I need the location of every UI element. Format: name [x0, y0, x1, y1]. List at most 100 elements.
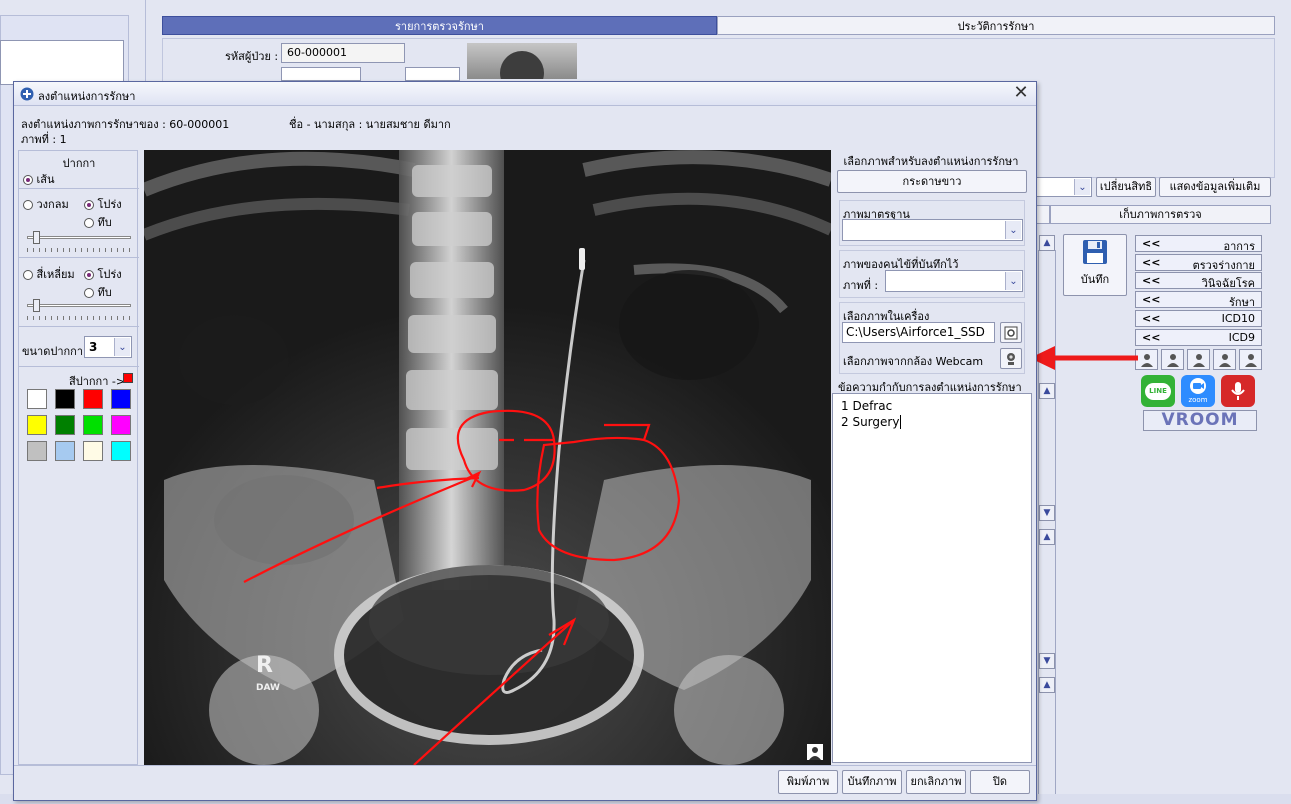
line-divider — [19, 188, 139, 189]
user-button[interactable] — [1161, 349, 1184, 370]
user-button[interactable] — [1213, 349, 1236, 370]
close-dialog-button[interactable]: ปิด — [970, 770, 1030, 794]
cancel-image-button[interactable]: ยกเลิกภาพ — [906, 770, 966, 794]
scroll-up-button[interactable]: ▲ — [1039, 235, 1055, 251]
image-number: ภาพที่ : 1 — [21, 133, 67, 146]
panel-item-icd10[interactable]: << ICD10 — [1135, 310, 1262, 327]
zoom-app-button[interactable]: zoom — [1181, 375, 1215, 407]
color-swatch-magenta[interactable] — [111, 415, 131, 435]
image-no-select[interactable]: ⌄ — [885, 270, 1023, 292]
local-image-path[interactable]: C:\Users\Airforce1_SSD — [842, 322, 995, 343]
background-combo-2[interactable] — [405, 67, 460, 81]
microphone-icon — [1231, 382, 1245, 400]
color-swatch-yellow[interactable] — [27, 415, 47, 435]
pen-size-select[interactable]: 3 ⌄ — [84, 336, 132, 358]
color-swatch-cyan[interactable] — [111, 441, 131, 461]
color-swatch-red[interactable] — [83, 389, 103, 409]
tab-keep-images[interactable]: เก็บภาพการตรวจ — [1050, 205, 1271, 224]
patient-name: ชื่อ - นามสกุล : นายสมชาย ดีมาก — [289, 118, 451, 131]
user-icon — [1218, 353, 1231, 367]
notes-textarea[interactable]: 1 Defrac 2 Surgery — [832, 393, 1032, 763]
record-app-button[interactable] — [1221, 375, 1255, 407]
save-image-button[interactable]: บันทึกภาพ — [842, 770, 902, 794]
expand-arrow: << — [1142, 274, 1161, 287]
more-info-button[interactable]: แสดงข้อมูลเพิ่มเติม — [1159, 177, 1271, 197]
line-app-button[interactable]: LINE — [1141, 375, 1175, 407]
change-rights-button[interactable]: เปลี่ยนสิทธิ — [1096, 177, 1156, 197]
save-record-button[interactable]: บันทึก — [1063, 234, 1127, 296]
circle-tool-radio[interactable]: วงกลม — [23, 195, 69, 213]
color-swatch-cream[interactable] — [83, 441, 103, 461]
webcam-button[interactable] — [1000, 348, 1022, 369]
color-swatch-light-blue[interactable] — [55, 441, 75, 461]
circle-size-slider[interactable] — [27, 231, 131, 245]
user-icon — [1140, 353, 1153, 367]
background-left-list[interactable] — [0, 40, 124, 85]
solid-label: ทึบ — [97, 286, 112, 299]
rect-tool-radio[interactable]: สี่เหลี่ยม — [23, 265, 75, 283]
note-line: 1 Defrac — [841, 399, 893, 413]
circle-transparent-radio[interactable]: โปร่ง — [84, 195, 122, 213]
panel-item-label: รักษา — [1229, 296, 1255, 309]
rect-transparent-radio[interactable]: โปร่ง — [84, 265, 122, 283]
color-swatch-gray[interactable] — [27, 441, 47, 461]
tab-treatment-list[interactable]: รายการตรวจรักษา — [162, 16, 717, 35]
color-swatch-white[interactable] — [27, 389, 47, 409]
vroom-button[interactable]: VROOM — [1143, 410, 1257, 431]
panel-item-treatment[interactable]: << รักษา — [1135, 291, 1262, 309]
circle-divider — [19, 257, 139, 258]
tab-left-edge[interactable] — [1036, 205, 1050, 224]
rect-size-slider[interactable] — [27, 299, 131, 313]
webcam-icon — [1007, 353, 1015, 365]
expand-arrow: << — [1142, 312, 1161, 325]
slider-ticks — [27, 316, 131, 320]
user-icon — [1192, 353, 1205, 367]
xray-image: R DAW — [144, 150, 831, 765]
chevron-down-icon: ⌄ — [1005, 221, 1021, 239]
panel-item-diagnosis[interactable]: << วินิจฉัยโรค — [1135, 272, 1262, 290]
circle-tool-label: วงกลม — [36, 198, 69, 211]
panel-item-icd9[interactable]: << ICD9 — [1135, 329, 1262, 346]
circle-solid-radio[interactable]: ทึบ — [84, 213, 112, 231]
rights-combo[interactable]: ⌄ — [1036, 177, 1092, 197]
color-swatch-dark-green[interactable] — [55, 415, 75, 435]
expand-arrow: << — [1142, 293, 1161, 306]
slider-thumb[interactable] — [33, 299, 40, 312]
dialog-title-bar[interactable]: ลงตำแหน่งการรักษา ✕ — [14, 82, 1036, 106]
print-image-button[interactable]: พิมพ์ภาพ — [778, 770, 838, 794]
pen-tools-panel: ปากกา เส้น วงกลม โปร่ง ทึบ สี่เหลี่ยม โป… — [18, 150, 139, 765]
red-arrow-annotation — [1030, 346, 1138, 370]
color-swatch-black[interactable] — [55, 389, 75, 409]
user-button[interactable] — [1239, 349, 1262, 370]
xray-drawing-canvas[interactable]: R DAW — [144, 150, 831, 765]
expand-arrow: << — [1142, 237, 1161, 250]
expand-arrow: << — [1142, 256, 1161, 269]
background-right-scroll-track — [1038, 250, 1056, 800]
background-combo-1[interactable] — [281, 67, 361, 81]
slider-thumb[interactable] — [33, 231, 40, 244]
patient-id-field[interactable]: 60-000001 — [281, 43, 405, 63]
expand-arrow: << — [1142, 331, 1161, 344]
chevron-down-icon[interactable]: ⌄ — [114, 338, 130, 356]
standard-image-select[interactable]: ⌄ — [842, 219, 1023, 241]
user-icon — [1166, 353, 1179, 367]
color-swatch-green[interactable] — [83, 415, 103, 435]
rect-tool-label: สี่เหลี่ยม — [36, 268, 75, 281]
browse-image-button[interactable] — [1000, 322, 1022, 343]
panel-item-label: วินิจฉัยโรค — [1201, 277, 1255, 290]
color-palette — [23, 389, 135, 469]
user-button[interactable] — [1187, 349, 1210, 370]
patient-photo — [467, 43, 577, 79]
color-swatch-blue[interactable] — [111, 389, 131, 409]
line-tool-radio[interactable]: เส้น — [23, 170, 55, 188]
panel-item-physical-exam[interactable]: << ตรวจร่างกาย — [1135, 254, 1262, 272]
panel-item-label: ICD9 — [1228, 331, 1255, 344]
floppy-disk-icon — [1083, 240, 1107, 264]
white-paper-button[interactable]: กระดาษขาว — [837, 170, 1027, 193]
panel-item-symptoms[interactable]: << อาการ — [1135, 235, 1262, 253]
radio-indicator — [84, 200, 94, 210]
user-icon — [1244, 353, 1257, 367]
tab-treatment-history[interactable]: ประวัติการรักษา — [717, 16, 1275, 35]
close-button[interactable]: ✕ — [1012, 84, 1030, 102]
chevron-down-icon: ⌄ — [1005, 272, 1021, 290]
